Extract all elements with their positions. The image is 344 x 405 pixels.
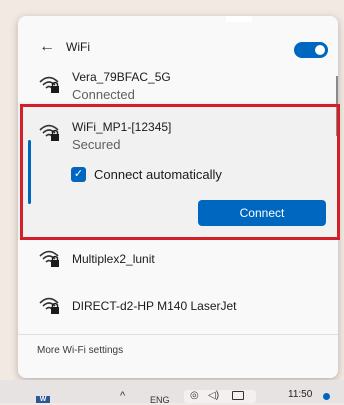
network-name: Multiplex2_lunit bbox=[72, 252, 155, 266]
word-app-icon[interactable]: W bbox=[36, 396, 50, 403]
wifi-secured-icon bbox=[39, 297, 59, 314]
selection-highlight-box bbox=[20, 104, 340, 240]
more-wifi-settings-link[interactable]: More Wi-Fi settings bbox=[37, 345, 123, 356]
footer-divider bbox=[18, 334, 338, 335]
toggle-knob bbox=[315, 45, 325, 55]
network-name: DIRECT-d2-HP M140 LaserJet bbox=[72, 299, 237, 313]
system-tray[interactable]: ◎ ◁) bbox=[184, 390, 256, 403]
taskbar: W ^ ENG ◎ ◁) 11:50 bbox=[0, 380, 344, 405]
battery-icon bbox=[232, 391, 244, 400]
network-name: Vera_79BFAC_5G bbox=[72, 70, 171, 84]
language-indicator[interactable]: ENG bbox=[150, 395, 170, 405]
top-indicator bbox=[226, 16, 252, 22]
wifi-secured-icon bbox=[39, 76, 59, 93]
network-item-direct-hp[interactable]: DIRECT-d2-HP M140 LaserJet bbox=[18, 295, 338, 323]
network-status: Connected bbox=[72, 87, 135, 102]
chevron-up-icon[interactable]: ^ bbox=[120, 390, 125, 402]
volume-icon: ◁) bbox=[208, 390, 220, 401]
back-arrow-icon[interactable]: ← bbox=[39, 38, 55, 56]
notification-dot[interactable] bbox=[323, 393, 330, 400]
wifi-header: ← WiFi bbox=[18, 32, 338, 64]
clock-time[interactable]: 11:50 bbox=[288, 389, 312, 400]
page-title: WiFi bbox=[66, 40, 90, 54]
wifi-icon: ◎ bbox=[190, 390, 199, 401]
wifi-secured-icon bbox=[39, 250, 59, 267]
network-item-multiplex2[interactable]: Multiplex2_lunit bbox=[18, 248, 338, 276]
wifi-toggle[interactable] bbox=[294, 42, 328, 58]
